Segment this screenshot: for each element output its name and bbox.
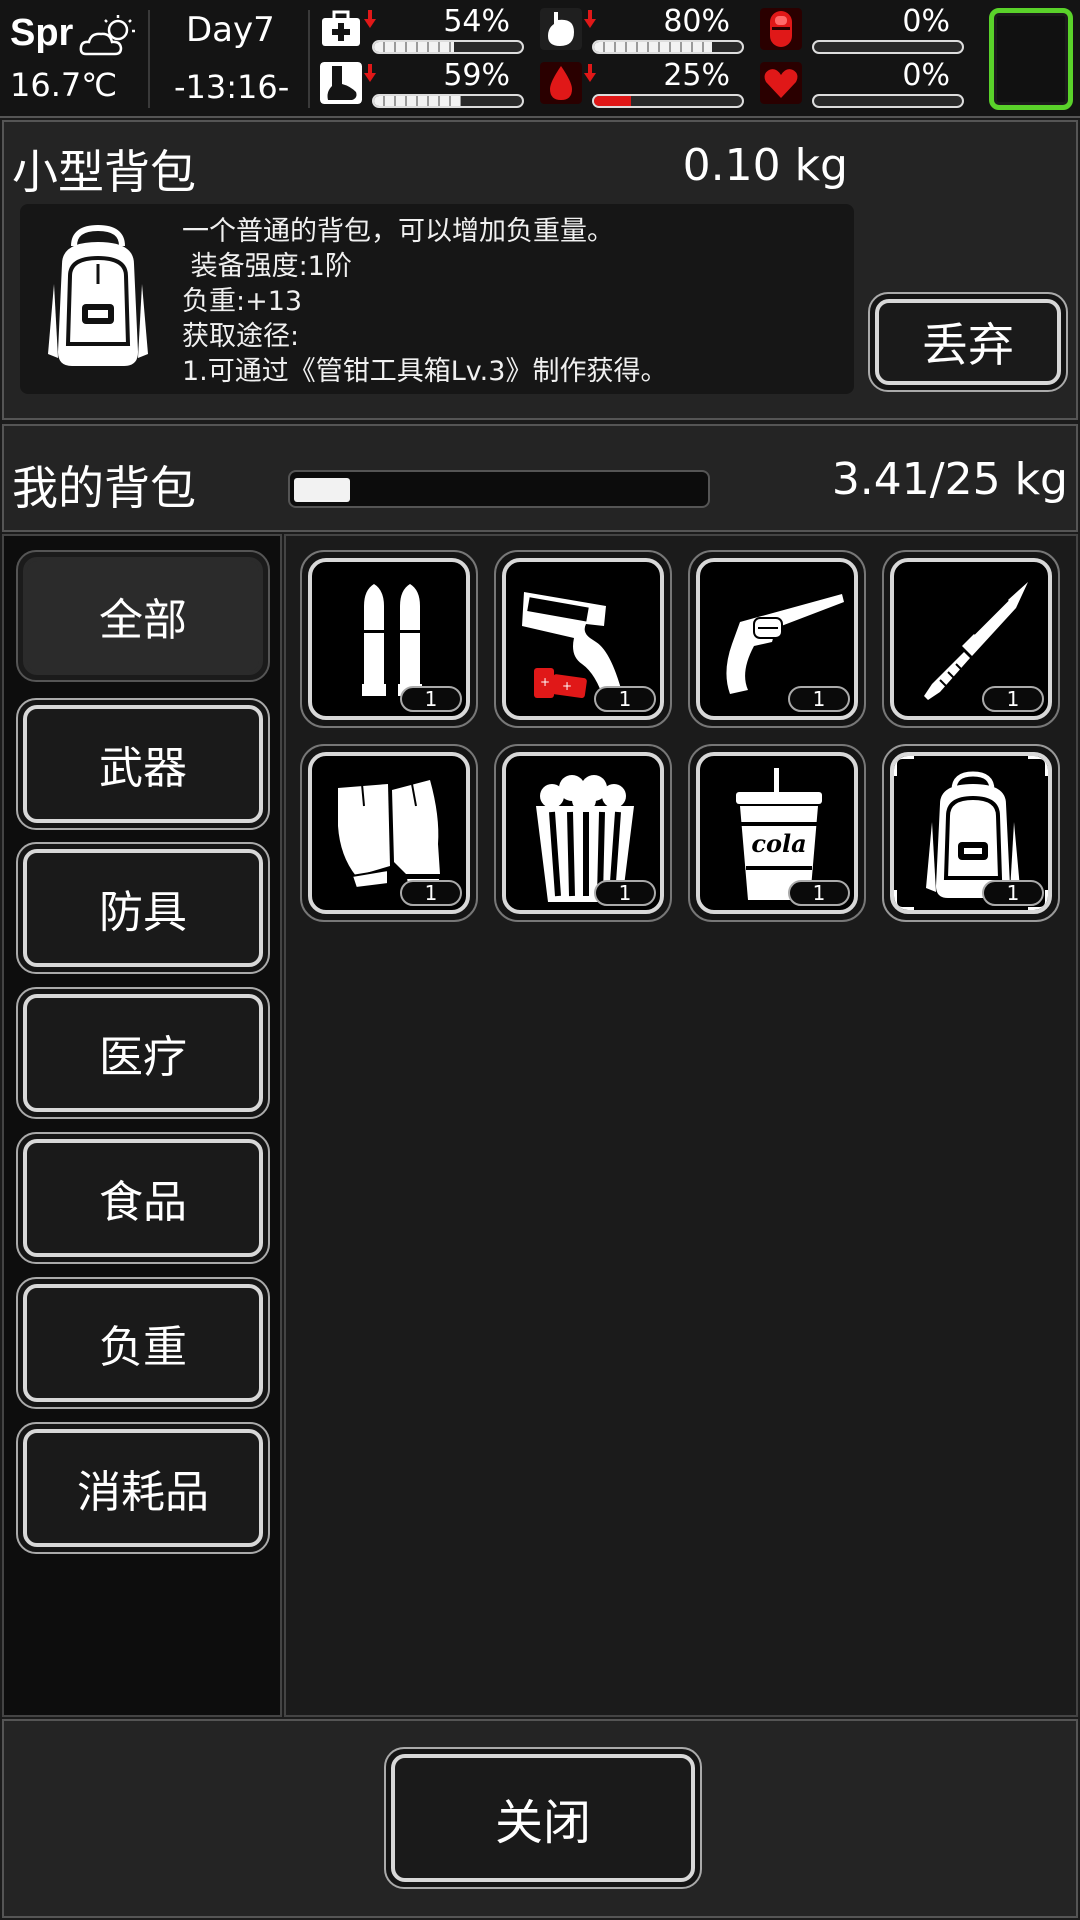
inventory-slot[interactable]: 1	[688, 550, 866, 728]
selection-corner	[1028, 756, 1048, 776]
item-description-box: 一个普通的背包，可以增加负重量。 装备强度:1阶 负重:+13 获取途径: 1.可通过…	[20, 204, 854, 394]
pill-icon	[760, 8, 802, 50]
inventory-slot-selected[interactable]: 1	[882, 744, 1060, 922]
item-count: 1	[982, 686, 1044, 712]
category-food[interactable]: 食品	[16, 1132, 270, 1264]
stat-bar	[372, 40, 524, 54]
category-all[interactable]: 全部	[16, 550, 270, 682]
item-count: 1	[788, 880, 850, 906]
category-label: 武器	[23, 705, 263, 823]
category-label: 全部	[23, 557, 263, 675]
quick-slot[interactable]	[989, 8, 1073, 110]
load-bar	[288, 470, 710, 508]
item-description: 一个普通的背包，可以增加负重量。 装备强度:1阶 负重:+13 获取途径: 1.可通过…	[182, 214, 667, 389]
inventory-slot[interactable]: 1	[300, 744, 478, 922]
medkit-icon	[322, 10, 360, 46]
category-load[interactable]: 负重	[16, 1277, 270, 1409]
selection-corner	[894, 890, 914, 910]
stat-percent: 59%	[443, 58, 510, 93]
description-line: 装备强度:1阶	[182, 251, 352, 282]
discard-button[interactable]: 丢弃	[868, 292, 1068, 392]
inventory-slot[interactable]: 1	[494, 744, 672, 922]
partly-cloudy-icon	[79, 15, 135, 56]
stat-bar	[592, 40, 744, 54]
stat-thirst: 25%	[540, 58, 744, 112]
backpack-title: 我的背包	[12, 461, 196, 515]
inventory-slot[interactable]: 1	[300, 550, 478, 728]
item-weight: 0.10 kg	[682, 140, 848, 191]
footer-bar: 关闭	[2, 1719, 1078, 1918]
stat-hunger: 80%	[540, 4, 744, 58]
item-count: 1	[400, 686, 462, 712]
stat-percent: 80%	[663, 4, 730, 39]
category-medical[interactable]: 医疗	[16, 987, 270, 1119]
temperature-label: 16.7℃	[10, 66, 118, 104]
stat-percent: 0%	[902, 4, 950, 39]
backpack-icon	[48, 224, 148, 366]
foot-icon	[320, 62, 362, 104]
category-label: 消耗品	[23, 1429, 263, 1547]
stat-bar	[812, 40, 964, 54]
item-title: 小型背包	[12, 145, 196, 199]
description-line: 获取途径:	[182, 321, 300, 352]
water-drop-icon	[540, 62, 582, 104]
stat-mood: 0%	[760, 58, 964, 112]
category-armor[interactable]: 防具	[16, 842, 270, 974]
cola-label: cola	[751, 829, 806, 858]
inventory-slot[interactable]: 1	[882, 550, 1060, 728]
description-line: 一个普通的背包，可以增加负重量。	[182, 216, 614, 247]
category-label: 医疗	[23, 994, 263, 1112]
stat-percent: 25%	[663, 58, 730, 93]
stat-stamina: 59%	[320, 58, 524, 112]
day-label: Day7	[186, 10, 275, 50]
close-button-label: 关闭	[391, 1754, 695, 1882]
item-count: 1	[594, 880, 656, 906]
category-label: 防具	[23, 849, 263, 967]
stat-percent: 54%	[443, 4, 510, 39]
item-count: 1	[594, 686, 656, 712]
category-label: 食品	[23, 1139, 263, 1257]
discard-button-label: 丢弃	[875, 299, 1061, 385]
stat-bar	[812, 94, 964, 108]
season-label: Spr	[10, 12, 74, 54]
stat-bar	[372, 94, 524, 108]
stat-bar	[592, 94, 744, 108]
load-weight: 3.41/25 kg	[831, 454, 1068, 505]
item-count: 1	[788, 686, 850, 712]
status-bar: Spr 16.7℃ Day7 -13:16- 54% 80% 0% 59% 25…	[0, 0, 1080, 118]
item-count: 1	[400, 880, 462, 906]
inventory-grid: 1 + + 1 1 1 1 1 cola 1 1	[284, 534, 1078, 1717]
separator	[308, 10, 310, 108]
separator	[148, 10, 150, 108]
stat-health: 54%	[320, 4, 524, 58]
my-backpack-header: 我的背包 3.41/25 kg	[2, 424, 1078, 532]
stat-percent: 0%	[902, 58, 950, 93]
item-count: 1	[982, 880, 1044, 906]
svg-text:+: +	[562, 679, 572, 693]
category-sidebar: 全部 武器 防具 医疗 食品 负重 消耗品	[2, 534, 282, 1717]
inventory-slot[interactable]: + + 1	[494, 550, 672, 728]
time-label: -13:16-	[174, 68, 290, 106]
svg-text:+: +	[540, 675, 550, 689]
stat-infection: 0%	[760, 4, 964, 58]
item-detail-panel: 小型背包 0.10 kg 一个普通的背包，可以增加负重量。 装备强度:1阶 负重:…	[2, 120, 1078, 420]
heart-icon	[760, 62, 802, 104]
description-line: 1.可通过《管钳工具箱Lv.3》制作获得。	[182, 356, 668, 387]
close-button[interactable]: 关闭	[384, 1747, 702, 1889]
category-weapons[interactable]: 武器	[16, 698, 270, 830]
selection-corner	[894, 756, 914, 776]
description-line: 负重:+13	[182, 286, 303, 317]
category-consumables[interactable]: 消耗品	[16, 1422, 270, 1554]
inventory-slot[interactable]: cola 1	[688, 744, 866, 922]
category-label: 负重	[23, 1284, 263, 1402]
stomach-icon	[540, 8, 582, 50]
